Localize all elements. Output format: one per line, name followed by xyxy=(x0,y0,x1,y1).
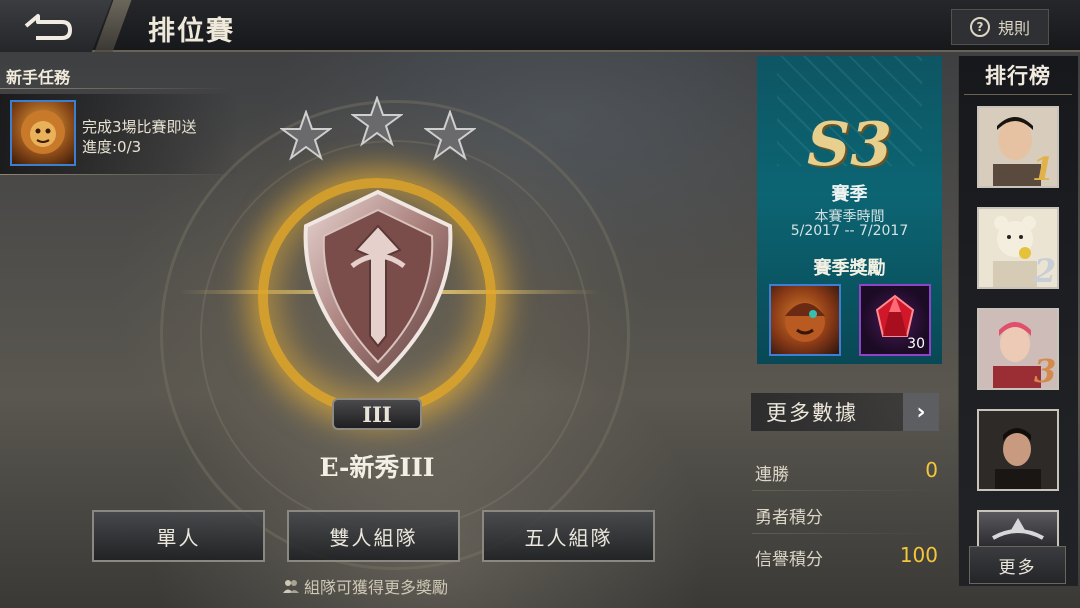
rank-name: E-新秀III xyxy=(319,453,435,482)
season-time-range: 5/2017 -- 7/2017 xyxy=(790,223,909,239)
player-avatar-icon xyxy=(979,411,1057,489)
season-rewards-title: 賽季獎勵 xyxy=(813,258,886,279)
rules-button[interactable]: ? 規則 xyxy=(951,9,1049,45)
team-tip: 組隊可獲得更多獎勵 xyxy=(282,574,448,598)
leaderboard-rank-2: 2 xyxy=(1034,252,1057,290)
leaderboard-avatar-5[interactable] xyxy=(977,510,1059,550)
reward-hero-skin[interactable] xyxy=(769,284,841,356)
leaderboard-rank-3: 3 xyxy=(1034,352,1057,390)
credit-score-label: 信譽積分 xyxy=(755,550,823,570)
leaderboard-avatar-4[interactable] xyxy=(977,409,1059,491)
reward-gem-count: 30 xyxy=(907,336,925,352)
more-data-arrow-button[interactable]: › xyxy=(903,393,939,431)
quest-progress: 進度:0/3 xyxy=(82,138,142,156)
rank-star-icon xyxy=(280,110,332,161)
rank-star-icon xyxy=(424,110,476,161)
rules-label: 規則 xyxy=(997,19,1030,38)
credit-score-value: 100 xyxy=(899,543,938,567)
team-tip-text: 組隊可獲得更多獎勵 xyxy=(304,578,449,597)
five-team-mode-button[interactable]: 五人組隊 xyxy=(482,510,655,562)
win-streak-value: 0 xyxy=(925,458,938,482)
more-data-label: 更多數據 xyxy=(766,401,858,425)
duo-mode-button[interactable]: 雙人組隊 xyxy=(287,510,460,562)
leaderboard-divider xyxy=(964,94,1072,95)
back-arrow-icon xyxy=(24,14,72,40)
leaderboard-rank-1: 1 xyxy=(1032,150,1055,188)
rank-star-icon xyxy=(351,96,403,147)
reward-gem[interactable]: 30 xyxy=(859,284,931,356)
rank-tier-badge: III xyxy=(332,398,422,430)
question-circle-icon: ? xyxy=(969,17,990,37)
quest-description: 完成3場比賽即送 xyxy=(82,118,197,136)
solo-mode-button[interactable]: 單人 xyxy=(92,510,265,562)
stat-divider xyxy=(752,533,940,534)
quest-title: 新手任務 xyxy=(6,68,71,87)
page-title: 排位賽 xyxy=(148,16,235,47)
team-people-icon xyxy=(283,580,299,593)
leaderboard-title: 排行榜 xyxy=(985,64,1051,88)
rank-crest-icon xyxy=(992,518,1044,540)
leaderboard-more-button[interactable]: 更多 xyxy=(969,546,1066,584)
quest-hero-avatar[interactable] xyxy=(10,100,76,166)
lion-hero-icon xyxy=(21,110,65,154)
season-label: 賽季 xyxy=(831,184,868,205)
hero-portrait-icon xyxy=(785,302,825,342)
rank-shield-icon xyxy=(303,189,453,383)
quest-divider-top xyxy=(0,88,230,89)
quest-divider-bottom xyxy=(0,174,230,175)
stat-divider xyxy=(752,490,940,491)
win-streak-label: 連勝 xyxy=(755,465,789,485)
chevron-right-icon: › xyxy=(916,399,926,425)
season-name: S3 xyxy=(806,110,893,180)
brave-points-label: 勇者積分 xyxy=(755,508,823,528)
